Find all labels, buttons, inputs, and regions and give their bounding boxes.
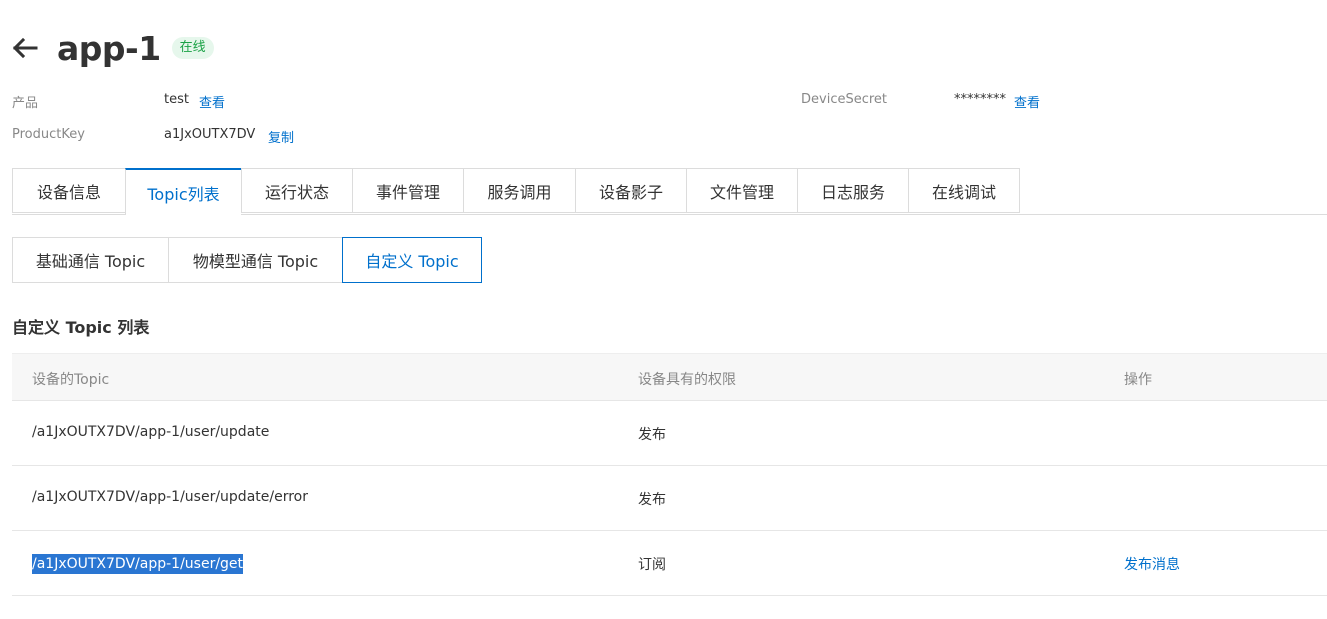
tab-service-call[interactable]: 服务调用 bbox=[463, 168, 575, 213]
productkey-label: ProductKey bbox=[12, 127, 85, 142]
tab-device-shadow[interactable]: 设备影子 bbox=[575, 168, 686, 213]
topic-cell: /a1JxOUTX7DV/app-1/user/update/error bbox=[32, 489, 308, 505]
topic-table: 设备的Topic 设备具有的权限 操作 /a1JxOUTX7DV/app-1/u… bbox=[12, 353, 1327, 596]
productkey-value: a1JxOUTX7DV bbox=[164, 127, 256, 142]
section-title: 自定义 Topic 列表 bbox=[12, 318, 150, 337]
table-row: /a1JxOUTX7DV/app-1/user/get 订阅 发布消息 bbox=[12, 531, 1327, 596]
main-tab-bar: 设备信息 Topic列表 运行状态 事件管理 服务调用 设备影子 文件管理 日志… bbox=[12, 168, 1327, 215]
product-label: 产品 bbox=[12, 96, 39, 111]
tab-device-info[interactable]: 设备信息 bbox=[12, 168, 125, 213]
topic-cell: /a1JxOUTX7DV/app-1/user/update bbox=[32, 424, 270, 440]
subtab-custom-topic[interactable]: 自定义 Topic bbox=[342, 237, 482, 283]
devicesecret-value: ******** bbox=[954, 92, 1006, 107]
tab-event-management[interactable]: 事件管理 bbox=[352, 168, 463, 213]
status-badge: 在线 bbox=[171, 37, 214, 59]
arrow-left-icon[interactable] bbox=[12, 34, 40, 62]
table-header: 设备的Topic 设备具有的权限 操作 bbox=[12, 353, 1327, 401]
col-action: 操作 bbox=[1124, 372, 1152, 388]
permission-cell: 发布 bbox=[638, 492, 666, 508]
topic-cell: /a1JxOUTX7DV/app-1/user/get bbox=[32, 554, 244, 574]
tab-run-status[interactable]: 运行状态 bbox=[241, 168, 352, 213]
publish-message-link[interactable]: 发布消息 bbox=[1124, 554, 1180, 574]
table-row: /a1JxOUTX7DV/app-1/user/update/error 发布 bbox=[12, 466, 1327, 531]
page-header: app-1 在线 bbox=[12, 28, 214, 68]
col-permission: 设备具有的权限 bbox=[638, 372, 736, 388]
subtab-thing-model-topic[interactable]: 物模型通信 Topic bbox=[168, 237, 343, 283]
col-topic: 设备的Topic bbox=[32, 372, 110, 388]
copy-productkey-link[interactable]: 复制 bbox=[268, 127, 294, 146]
devicesecret-label: DeviceSecret bbox=[801, 92, 888, 107]
subtab-basic-topic[interactable]: 基础通信 Topic bbox=[12, 237, 169, 283]
tab-log-service[interactable]: 日志服务 bbox=[797, 168, 908, 213]
tab-file-management[interactable]: 文件管理 bbox=[686, 168, 797, 213]
permission-cell: 发布 bbox=[638, 427, 666, 443]
permission-cell: 订阅 bbox=[638, 557, 666, 573]
view-devicesecret-link[interactable]: 查看 bbox=[1014, 92, 1040, 111]
table-row: /a1JxOUTX7DV/app-1/user/update 发布 bbox=[12, 401, 1327, 466]
tab-topic-list[interactable]: Topic列表 bbox=[125, 168, 241, 215]
view-product-link[interactable]: 查看 bbox=[199, 92, 225, 111]
product-value: test bbox=[164, 92, 189, 107]
tab-online-debug[interactable]: 在线调试 bbox=[908, 168, 1020, 213]
device-title: app-1 bbox=[57, 28, 161, 68]
